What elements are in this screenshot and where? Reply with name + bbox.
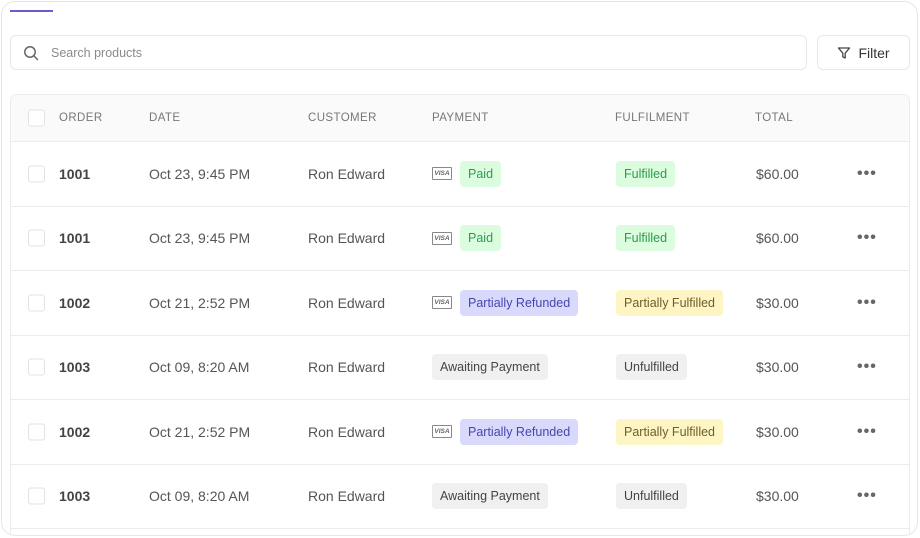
order-total: $30.00 [756,423,799,440]
table-row[interactable]: 1003 Oct 09, 8:20 AM Ron Edward Awaiting Pa… [11,464,909,529]
visa-card-icon: VISA [432,231,452,245]
order-date: Oct 23, 9:45 PM [149,230,251,247]
column-header-date[interactable]: DATE [149,112,180,124]
order-total: $30.00 [756,359,799,376]
active-tab-indicator [10,10,53,12]
filter-label: Filter [858,44,890,61]
order-date: Oct 23, 9:45 PM [149,165,251,182]
search-icon [24,45,39,60]
column-header-customer[interactable]: CUSTOMER [308,112,377,124]
fulfilment-status-badge: Fulfilled [616,160,676,187]
column-header-fulfilment[interactable]: FULFILMENT [615,112,690,124]
payment-status-badge: Awaiting Payment [432,354,548,381]
column-header-total[interactable]: TOTAL [755,112,793,124]
orders-card: Filter ORDER DATE CUSTOMER PAYMENT FULFI… [1,1,918,536]
payment-cell: Awaiting Payment [432,483,548,510]
customer-name: Ron Edward [308,165,386,182]
fulfilment-status-badge: Unfulfilled [616,354,687,381]
order-number[interactable]: 1002 [59,295,90,311]
visa-card-icon: VISA [432,425,452,439]
more-actions-icon[interactable]: ••• [857,423,877,441]
table-row[interactable]: 1002 Oct 21, 2:52 PM Ron Edward VISA Partial… [11,271,909,336]
payment-cell: Awaiting Payment [432,354,548,381]
table-body: 1001 Oct 23, 9:45 PM Ron Edward VISA Paid Ful… [11,142,909,529]
row-checkbox[interactable] [28,358,45,376]
fulfilment-status-badge: Unfulfilled [616,483,687,510]
payment-status-badge: Paid [460,160,502,187]
column-header-order[interactable]: ORDER [59,112,103,124]
more-actions-icon[interactable]: ••• [857,487,877,505]
more-actions-icon[interactable]: ••• [857,358,877,376]
row-checkbox[interactable] [28,229,45,247]
order-number[interactable]: 1001 [59,230,90,246]
order-date: Oct 21, 2:52 PM [149,294,251,311]
filter-icon [838,46,851,59]
more-actions-icon[interactable]: ••• [857,294,877,312]
row-checkbox[interactable] [28,423,45,441]
more-actions-icon[interactable]: ••• [857,165,877,183]
fulfilment-status-badge: Partially Fulfilled [616,418,724,445]
table-row[interactable]: 1002 Oct 21, 2:52 PM Ron Edward VISA Partial… [11,400,909,465]
order-total: $30.00 [756,294,799,311]
order-total: $30.00 [756,488,799,505]
table-row[interactable]: 1001 Oct 23, 9:45 PM Ron Edward VISA Paid Ful… [11,206,909,271]
order-date: Oct 21, 2:52 PM [149,423,251,440]
more-actions-icon[interactable]: ••• [857,229,877,247]
visa-card-icon: VISA [432,167,452,181]
customer-name: Ron Edward [308,488,386,505]
visa-card-icon: VISA [432,296,452,310]
order-number[interactable]: 1003 [59,488,90,504]
row-checkbox[interactable] [28,294,45,312]
column-header-payment[interactable]: PAYMENT [432,112,489,124]
fulfilment-status-badge: Fulfilled [616,225,676,252]
table-header: ORDER DATE CUSTOMER PAYMENT FULFILMENT T… [11,95,909,142]
payment-status-badge: Paid [460,225,502,252]
payment-cell: VISA Paid [432,160,502,187]
table-row[interactable]: 1003 Oct 09, 8:20 AM Ron Edward Awaiting Pa… [11,335,909,400]
payment-status-badge: Partially Refunded [460,418,579,445]
order-number[interactable]: 1003 [59,359,90,375]
customer-name: Ron Edward [308,423,386,440]
fulfilment-status-badge: Partially Fulfilled [616,289,724,316]
order-number[interactable]: 1001 [59,166,90,182]
table-row[interactable]: 1001 Oct 23, 9:45 PM Ron Edward VISA Paid Ful… [11,142,909,207]
row-checkbox[interactable] [28,487,45,505]
order-number[interactable]: 1002 [59,424,90,440]
payment-cell: VISA Paid [432,225,502,252]
order-date: Oct 09, 8:20 AM [149,488,250,505]
filter-button[interactable]: Filter [817,35,910,70]
customer-name: Ron Edward [308,359,386,376]
customer-name: Ron Edward [308,230,386,247]
orders-table: ORDER DATE CUSTOMER PAYMENT FULFILMENT T… [10,94,910,535]
order-total: $60.00 [756,165,799,182]
order-total: $60.00 [756,230,799,247]
payment-cell: VISA Partially Refunded [432,289,579,316]
select-all-checkbox[interactable] [28,109,45,127]
payment-status-badge: Awaiting Payment [432,483,548,510]
search-bar[interactable] [10,35,807,70]
search-input[interactable] [51,45,751,60]
payment-status-badge: Partially Refunded [460,289,579,316]
order-date: Oct 09, 8:20 AM [149,359,250,376]
customer-name: Ron Edward [308,294,386,311]
payment-cell: VISA Partially Refunded [432,418,579,445]
row-checkbox[interactable] [28,165,45,183]
